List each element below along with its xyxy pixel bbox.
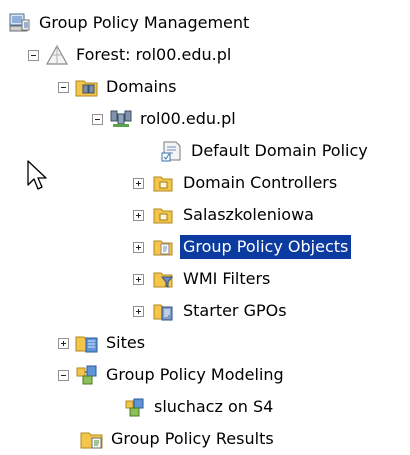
tree-node-group-policy-modeling[interactable]: Group Policy Modeling [58,359,287,391]
tree-node-label: Group Policy Modeling [106,365,284,384]
tree-node-domain[interactable]: rol00.edu.pl [92,103,239,135]
tree-node-label: Domains [106,77,177,96]
ou-folder-icon [152,172,176,194]
expand-toggle[interactable] [133,305,144,317]
mouse-pointer-icon [27,160,47,190]
tree-node-salaszkoleniowa[interactable]: Salaszkoleniowa [133,199,317,231]
ou-folder-icon [152,204,176,226]
tree-node-label: Group Policy Results [111,429,274,448]
tree-node-label: Salaszkoleniowa [183,205,314,224]
expand-toggle[interactable] [133,177,144,189]
results-folder-icon [80,428,104,450]
tree-node-label: Group Policy Management [39,13,250,32]
collapse-toggle[interactable] [58,81,69,93]
tree-node-starter-gpos[interactable]: Starter GPOs [133,295,290,327]
tree-node-label: sluchacz on S4 [154,397,274,416]
tree-node-label: Group Policy Objects [180,235,352,259]
starter-gpo-folder-icon [152,300,176,322]
tree-node-label: Default Domain Policy [191,141,368,160]
tree-node-group-policy-objects[interactable]: Group Policy Objects [133,231,352,263]
tree-node-label: Forest: rol00.edu.pl [76,45,232,64]
tree-node-forest[interactable]: Forest: rol00.edu.pl [28,39,234,71]
tree-node-sites[interactable]: Sites [58,327,148,359]
tree-node-wmi-filters[interactable]: WMI Filters [133,263,273,295]
tree-node-domains[interactable]: Domains [58,71,179,103]
tree-node-sluchacz-on-s4[interactable]: sluchacz on S4 [123,391,276,423]
tree-node-domain-controllers[interactable]: Domain Controllers [133,167,340,199]
expand-toggle[interactable] [133,241,144,253]
console-tree: Group Policy Management Forest: rol00.ed… [0,0,410,454]
gpo-folder-icon [152,236,176,258]
expand-toggle[interactable] [58,337,69,349]
gpo-link-icon [160,140,184,162]
wmi-folder-icon [152,268,176,290]
modeling-icon [75,364,99,386]
tree-node-gpm-root[interactable]: Group Policy Management [8,7,252,39]
gpm-console-icon [8,12,32,34]
sites-folder-icon [75,332,99,354]
tree-node-label: Sites [106,333,146,352]
tree-node-label: WMI Filters [183,269,271,288]
tree-node-group-policy-results[interactable]: Group Policy Results [80,423,277,455]
collapse-toggle[interactable] [28,49,39,61]
domain-icon [109,108,133,130]
domains-folder-icon [75,76,99,98]
forest-icon [45,44,69,66]
tree-node-label: rol00.edu.pl [140,109,236,128]
tree-node-default-domain-policy[interactable]: Default Domain Policy [160,135,371,167]
tree-node-label: Domain Controllers [183,173,338,192]
collapse-toggle[interactable] [92,113,103,125]
expand-toggle[interactable] [133,209,144,221]
expand-toggle[interactable] [133,273,144,285]
modeling-result-icon [123,396,147,418]
tree-node-label: Starter GPOs [183,301,287,320]
collapse-toggle[interactable] [58,369,69,381]
